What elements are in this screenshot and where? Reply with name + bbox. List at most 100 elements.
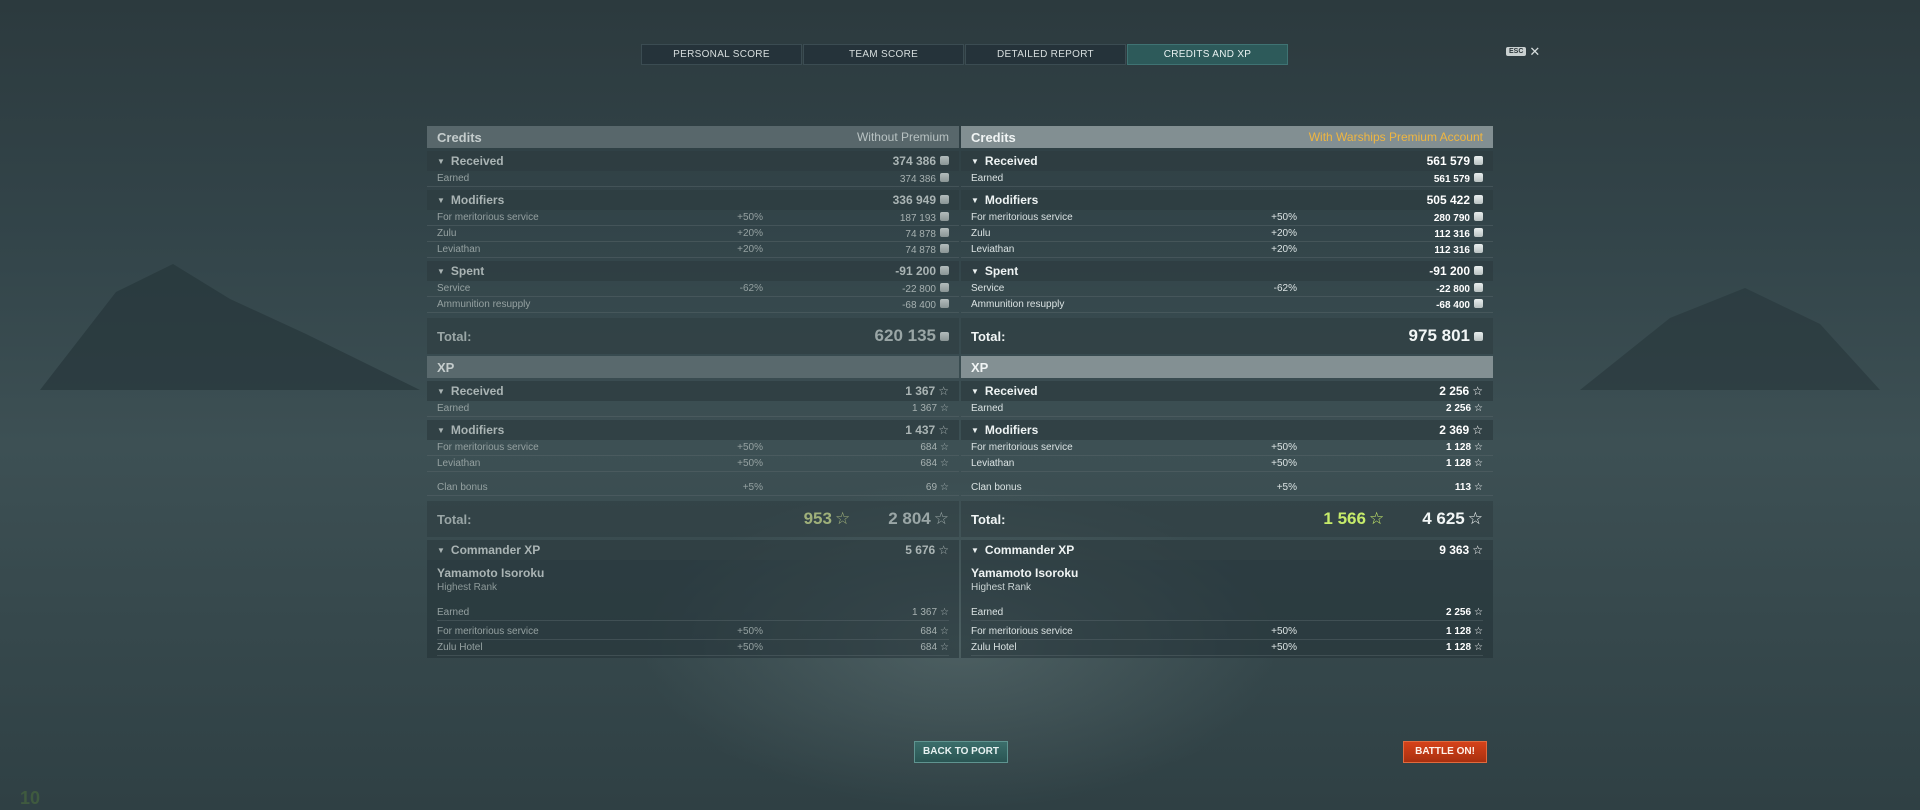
credits-icon: [940, 243, 949, 253]
battle-on-button[interactable]: BATTLE ON!: [1403, 741, 1487, 763]
commander-box: Yamamoto Isoroku Highest Rank Earned 1 3…: [427, 560, 959, 658]
credits-icon: [940, 156, 949, 165]
credits-header: Credits Without Premium: [427, 126, 959, 148]
list-item: Zulu +20% 112 316: [961, 226, 1493, 242]
spent-section[interactable]: ▼ Spent -91 200: [961, 261, 1493, 281]
premium-status: Without Premium: [856, 130, 949, 144]
collapse-triangle-icon: ▼: [971, 545, 979, 555]
list-item: For meritorious service +50% 187 193: [427, 210, 959, 226]
credits-icon: [940, 298, 949, 308]
results-tabs: PERSONAL SCORE TEAM SCORE DETAILED REPOR…: [641, 44, 1289, 65]
credits-icon: [940, 195, 949, 204]
close-icon[interactable]: ✕: [1529, 45, 1540, 58]
list-item: Zulu +20% 74 878: [427, 226, 959, 242]
list-item: Earned 374 386: [427, 171, 959, 187]
credits-icon: [940, 211, 949, 221]
xp-star-icon: ☆: [1474, 458, 1483, 469]
credits-icon: [1474, 282, 1483, 292]
section-value: 336 949: [829, 193, 949, 207]
commander-name: Yamamoto Isoroku: [437, 566, 545, 580]
list-item: For meritorious service +50% 684 ☆: [427, 440, 959, 456]
tab-personal-score[interactable]: PERSONAL SCORE: [641, 44, 802, 65]
list-item: Zulu Hotel +50% 684 ☆: [437, 640, 949, 656]
background-mountain-right: [1580, 288, 1880, 390]
section-label: Received: [984, 384, 1038, 398]
commander-rank: Highest Rank: [971, 582, 1032, 593]
xp-star-icon: ☆: [940, 607, 949, 618]
list-item: For meritorious service +50% 280 790: [961, 210, 1493, 226]
xp-star-icon: ☆: [940, 403, 949, 414]
commander-xp-section[interactable]: ▼ Commander XP 9 363 ☆: [961, 540, 1493, 560]
modifiers-section[interactable]: ▼ Modifiers 505 422: [961, 190, 1493, 210]
list-item: For meritorious service +50% 1 128 ☆: [961, 440, 1493, 456]
modifiers-section[interactable]: ▼ Modifiers 1 437 ☆: [427, 420, 959, 440]
xp-star-icon: ☆: [940, 458, 949, 469]
credits-icon: [940, 227, 949, 237]
credits-title: Credits: [971, 129, 1016, 145]
collapse-triangle-icon: ▼: [971, 195, 979, 205]
clan-bonus-row: Clan bonus +5% 113 ☆: [961, 480, 1493, 496]
received-section[interactable]: ▼ Received 1 367 ☆: [427, 381, 959, 401]
xp-star-icon: ☆: [938, 543, 949, 557]
section-label: Spent: [984, 264, 1019, 278]
xp-star-icon: ☆: [938, 423, 949, 437]
xp-star-icon: ☆: [1472, 543, 1483, 557]
received-section[interactable]: ▼ Received 2 256 ☆: [961, 381, 1493, 401]
credits-icon: [1474, 332, 1483, 341]
section-value: 2 369 ☆: [1439, 423, 1483, 437]
section-label: Received: [984, 154, 1038, 168]
esc-close-button[interactable]: ESC ✕: [1506, 45, 1540, 58]
section-value: 2 256 ☆: [1439, 384, 1483, 398]
collapse-triangle-icon: ▼: [971, 425, 979, 435]
elite-xp-value: 953: [803, 509, 832, 528]
collapse-triangle-icon: ▼: [437, 386, 445, 396]
collapse-triangle-icon: ▼: [971, 156, 979, 166]
collapse-triangle-icon: ▼: [437, 156, 445, 166]
xp-total: Total: 953 ☆ 2 804 ☆: [427, 501, 959, 537]
list-item: Leviathan +20% 112 316: [961, 242, 1493, 258]
list-item: Ammunition resupply -68 400: [961, 297, 1493, 313]
credits-icon: [940, 266, 949, 275]
panel-with-premium: Credits With Warships Premium Account ▼ …: [961, 126, 1493, 658]
collapse-triangle-icon: ▼: [437, 545, 445, 555]
section-value: 505 422: [1363, 193, 1483, 207]
credits-icon: [940, 172, 949, 182]
credits-total: Total: 975 801: [961, 318, 1493, 354]
list-item: Leviathan +20% 74 878: [427, 242, 959, 258]
xp-header: XP: [427, 356, 959, 378]
list-item: Earned 561 579: [961, 171, 1493, 187]
tab-detailed-report[interactable]: DETAILED REPORT: [965, 44, 1126, 65]
xp-star-icon: ☆: [940, 442, 949, 453]
received-section[interactable]: ▼ Received 561 579: [961, 151, 1493, 171]
section-value: -91 200: [1363, 264, 1483, 278]
section-label: Modifiers: [450, 193, 505, 207]
xp-star-icon: ☆: [1474, 607, 1483, 618]
section-value: 374 386: [829, 154, 949, 168]
back-to-port-button[interactable]: BACK TO PORT: [914, 741, 1008, 763]
list-item: Ammunition resupply -68 400: [427, 297, 959, 313]
spent-section[interactable]: ▼ Spent -91 200: [427, 261, 959, 281]
xp-star-icon: ☆: [940, 482, 949, 493]
commander-xp-section[interactable]: ▼ Commander XP 5 676 ☆: [427, 540, 959, 560]
received-section[interactable]: ▼ Received 374 386: [427, 151, 959, 171]
xp-star-icon: ☆: [1474, 482, 1483, 493]
list-item: Leviathan +50% 684 ☆: [427, 456, 959, 472]
list-item: Service -62% -22 800: [961, 281, 1493, 297]
section-value: 9 363 ☆: [1439, 543, 1483, 557]
collapse-triangle-icon: ▼: [971, 266, 979, 276]
modifiers-section[interactable]: ▼ Modifiers 2 369 ☆: [961, 420, 1493, 440]
collapse-triangle-icon: ▼: [971, 386, 979, 396]
credits-icon: [1474, 211, 1483, 221]
commander-name: Yamamoto Isoroku: [971, 566, 1079, 580]
xp-title: XP: [971, 359, 989, 375]
tab-team-score[interactable]: TEAM SCORE: [803, 44, 964, 65]
xp-star-icon: ☆: [940, 642, 949, 653]
modifiers-section[interactable]: ▼ Modifiers 336 949: [427, 190, 959, 210]
list-item: Leviathan +50% 1 128 ☆: [961, 456, 1493, 472]
xp-star-icon: ☆: [1467, 509, 1483, 528]
tab-credits-and-xp[interactable]: CREDITS AND XP: [1127, 44, 1288, 65]
section-value: 561 579: [1363, 154, 1483, 168]
section-value: 5 676 ☆: [905, 543, 949, 557]
commander-box: Yamamoto Isoroku Highest Rank Earned 2 2…: [961, 560, 1493, 658]
collapse-triangle-icon: ▼: [437, 266, 445, 276]
